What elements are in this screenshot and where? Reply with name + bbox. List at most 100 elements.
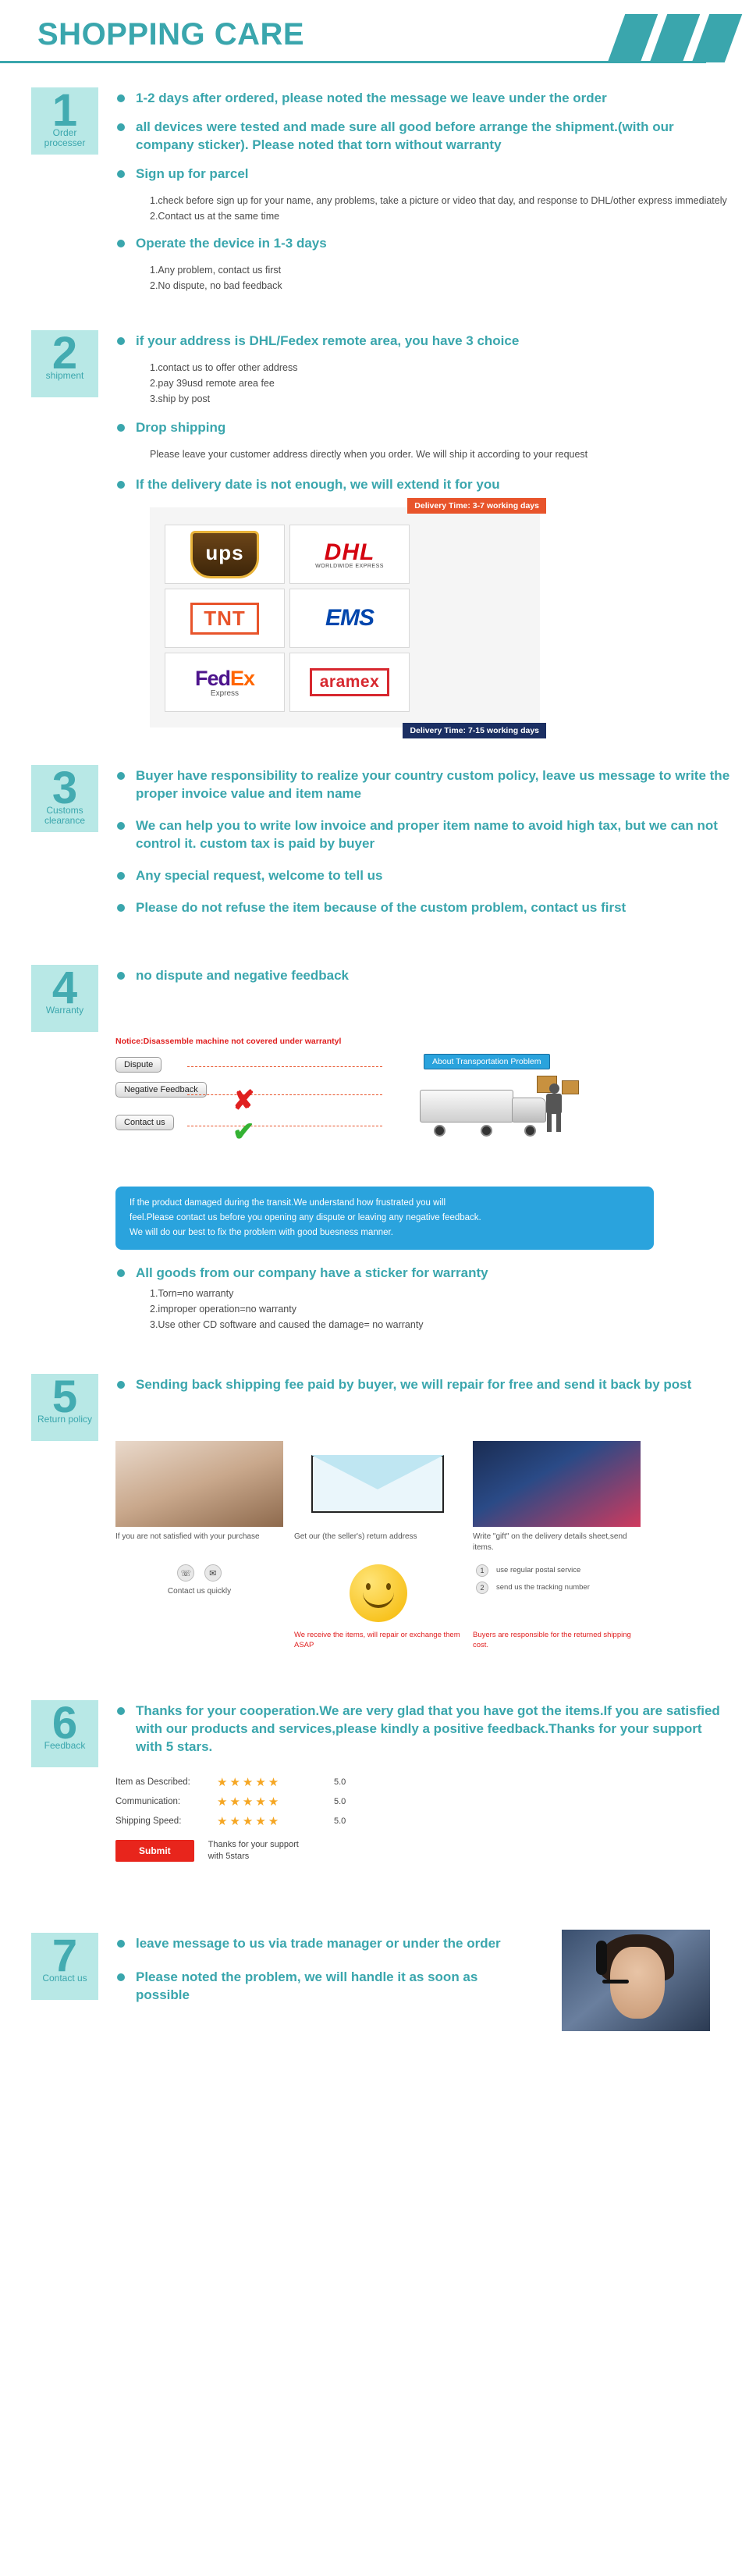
smiley-eye: [385, 1583, 391, 1590]
section-badge-1: 1 Order processer: [31, 87, 98, 155]
contact-us-label: Contact us: [124, 1118, 165, 1127]
dhl-subtext: WORLDWIDE EXPRESS: [315, 564, 384, 569]
note-line: If the product damaged during the transi…: [130, 1198, 446, 1208]
fedex-ex: Ex: [229, 667, 255, 690]
smiley-mouth: [362, 1592, 394, 1608]
section-shipment: 2 shipment if your address is DHL/Fedex …: [0, 327, 749, 738]
star-rating-icon[interactable]: ★★★★★: [217, 1775, 334, 1789]
section-body: if your address is DHL/Fedex remote area…: [115, 327, 732, 496]
sub-item: 1.Any problem, contact us first: [150, 265, 282, 276]
bullet-item: leave message to us via trade manager or…: [115, 1934, 521, 1952]
note-line: feel.Please contact us before you openin…: [130, 1213, 481, 1222]
warranty-flowchart: Dispute Negative Feedback Contact us ✘ ✔…: [115, 1054, 693, 1179]
section-body: Sending back shipping fee paid by buyer,…: [115, 1371, 732, 1404]
section-feedback: 6 Feedback Thanks for your cooperation.W…: [0, 1697, 749, 1863]
return-images-row: [115, 1441, 662, 1527]
step-text: send us the tracking number: [496, 1583, 590, 1592]
courier-logo-ups: ups: [165, 525, 285, 584]
badge-number: 5: [51, 1372, 78, 1422]
courier-panel: Delivery Time: 3-7 working days ups DHL …: [150, 498, 546, 738]
return-caption: Get our (the seller's) return address: [294, 1532, 417, 1541]
bullet-item: We can help you to write low invoice and…: [115, 817, 732, 852]
rating-score: 5.0: [334, 1797, 346, 1806]
section-badge-4: 4 Warranty: [31, 965, 98, 1032]
courier-logo-aramex: aramex: [289, 653, 410, 712]
page-header: SHOPPING CARE: [0, 0, 749, 70]
sub-item: 2.Contact us at the same time: [150, 211, 280, 222]
bullet-item: Please do not refuse the item because of…: [115, 898, 732, 916]
delivery-time-banner-express: Delivery Time: 3-7 working days: [407, 498, 546, 514]
cross-icon: ✘: [233, 1086, 255, 1115]
rating-label: Item as Described:: [115, 1777, 190, 1787]
badge-number: 7: [51, 1930, 78, 1981]
step-badge-2: 2: [476, 1582, 488, 1594]
truck-wheel: [481, 1125, 492, 1137]
tnt-logo-icon: TNT: [190, 602, 259, 635]
section-contact-us: 7 Contact us leave message to us via tra…: [0, 1930, 749, 2031]
sub-item: 1.contact us to offer other address: [150, 362, 298, 373]
flow-connector: [187, 1094, 382, 1095]
header-slash-decoration: [593, 14, 749, 62]
courier-logo-fedex: FedEx Express: [165, 653, 285, 712]
star-rating-icon[interactable]: ★★★★★: [217, 1814, 334, 1828]
sub-item: 2.No dispute, no bad feedback: [150, 280, 282, 291]
rating-label: Communication:: [115, 1797, 181, 1806]
return-policy-diagram: If you are not satisfied with your purch…: [115, 1441, 662, 1650]
submit-button[interactable]: Submit: [115, 1840, 194, 1862]
return-captions-row: If you are not satisfied with your purch…: [115, 1532, 662, 1553]
bullet-item: If the delivery date is not enough, we w…: [115, 475, 732, 493]
truck-wheel: [434, 1125, 445, 1137]
return-steps-row: ☏ ✉ Contact us quickly 1 use regular pos…: [115, 1564, 662, 1622]
bullet-item: no dispute and negative feedback: [115, 966, 732, 984]
rating-row-communication: Communication: ★★★★★ 5.0: [115, 1795, 599, 1809]
ems-logo-icon: EMS: [325, 605, 374, 631]
rating-score: 5.0: [334, 1777, 346, 1787]
section-body: leave message to us via trade manager or…: [115, 1930, 521, 2015]
bullet-item: Any special request, welcome to tell us: [115, 866, 732, 884]
section-body: Buyer have responsibility to realize you…: [115, 762, 732, 927]
smiley-eye: [365, 1583, 371, 1590]
negative-feedback-label: Negative Feedback: [124, 1085, 198, 1094]
return-footnote-left: We receive the items, will repair or exc…: [294, 1631, 460, 1649]
badge-number: 2: [51, 328, 78, 379]
fedex-sub: Express: [210, 689, 240, 698]
envelope-flap: [311, 1455, 444, 1489]
sub-item: Please leave your customer address direc…: [150, 449, 588, 460]
badge-number: 3: [51, 763, 78, 813]
mail-icon: ✉: [204, 1564, 222, 1582]
flow-pill-negative-feedback: Negative Feedback: [115, 1082, 207, 1098]
dhl-logo-icon: DHL WORLDWIDE EXPRESS: [315, 539, 384, 569]
delivery-time-banner-post: Delivery Time: 7-15 working days: [403, 723, 546, 738]
bullet-item: Drop shipping: [115, 418, 732, 436]
submit-note: Thanks for your support with 5stars: [208, 1839, 299, 1863]
note-line: We will do our best to fix the problem w…: [130, 1228, 393, 1237]
submit-note-line: Thanks for your support: [208, 1840, 299, 1849]
section-warranty: 4 Warranty no dispute and negative feedb…: [0, 962, 749, 1333]
sub-item: 1.check before sign up for your name, an…: [150, 195, 727, 206]
badge-number: 4: [51, 962, 78, 1013]
courier-logo-tnt: TNT: [165, 589, 285, 648]
sub-item: 1.Torn=no warranty: [150, 1288, 234, 1299]
fedex-logo-icon: FedEx Express: [195, 667, 255, 698]
person-torso: [546, 1094, 562, 1114]
truck-wheel: [524, 1125, 536, 1137]
bullet-item: all devices were tested and made sure al…: [115, 118, 732, 154]
rating-row-shipping-speed: Shipping Speed: ★★★★★ 5.0: [115, 1814, 599, 1828]
slash-icon: [607, 14, 658, 62]
support-agent-image: [562, 1930, 710, 2031]
rating-score: 5.0: [334, 1816, 346, 1826]
unhappy-customer-image: [115, 1441, 283, 1527]
phone-icon: ☏: [177, 1564, 195, 1582]
return-caption: If you are not satisfied with your purch…: [115, 1532, 260, 1541]
section-badge-2: 2 shipment: [31, 330, 98, 397]
envelope-image: [294, 1441, 462, 1527]
bullet-item: Please noted the problem, we will handle…: [115, 1968, 521, 2004]
flow-connector: [187, 1066, 382, 1067]
star-rating-icon[interactable]: ★★★★★: [217, 1795, 334, 1809]
rating-label: Shipping Speed:: [115, 1816, 182, 1826]
headset-mic-icon: [602, 1980, 629, 1984]
section-body: no dispute and negative feedback: [115, 962, 732, 989]
section-badge-3: 3 Customs clearance: [31, 765, 98, 832]
bullet-item: Thanks for your cooperation.We are very …: [115, 1702, 732, 1756]
bullet-item: Sign up for parcel: [115, 165, 732, 183]
